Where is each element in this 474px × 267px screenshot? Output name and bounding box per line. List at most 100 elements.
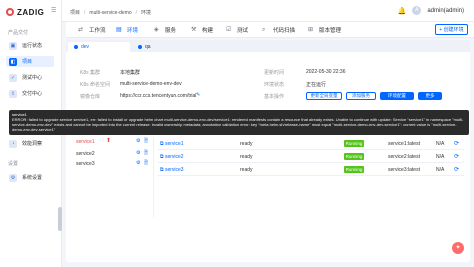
sidebar-item-test[interactable]: ✓ 测试中心 [6, 72, 54, 83]
sidebar-item-status[interactable]: ▣ 运行状态 [6, 40, 54, 51]
registry-value: https://ccr.ccs.tencentyun.com/trial [120, 93, 197, 99]
environment-panel: dev qa K8s 集群 本地集群 K8s 命名空间 multi-servic… [66, 40, 470, 262]
service-list-item[interactable]: service3 [76, 161, 95, 167]
sidebar-item-project[interactable]: ◧ 项目 [6, 56, 54, 67]
env-status-dot [138, 45, 142, 49]
registry-label: 镜像仓库 [80, 94, 101, 100]
service-list-item[interactable]: service1 [76, 139, 95, 145]
error-tooltip: service1 ERROR: failed to upgrade servic… [9, 110, 469, 135]
nav-group-settings: 设置 [8, 161, 19, 167]
sidebar-item-label: 效能洞察 [22, 141, 43, 147]
tab-code-scan[interactable]: ⌕ 代码扫描 [262, 25, 295, 35]
ops-label: 基本操作 [264, 94, 285, 100]
table-row: ⧉ service1 ready Running service1:latest… [158, 137, 464, 150]
settings-icon[interactable]: ⚙ [136, 139, 141, 144]
service-link[interactable]: ⧉ service3 [160, 167, 184, 173]
file-icon[interactable]: 🗎 [144, 161, 149, 166]
env-tab-dev[interactable]: dev [68, 42, 130, 52]
avatar[interactable]: A [412, 6, 422, 15]
service-actions: ⚙ 🗎 [136, 139, 149, 144]
project-tabs: ⇄ 工作流 ▤ 环境 ◈ 服务 ⚒ 构建 ☑ 测试 ⌕ 代码扫描 ⊞ 版本管理 … [66, 22, 474, 38]
collapse-sidebar-icon[interactable]: ☰ [51, 8, 57, 14]
settings-icon[interactable]: ⚙ [136, 151, 141, 156]
service-link[interactable]: ⧉ service2 [160, 154, 184, 160]
namespace-label: K8s 命名空间 [80, 82, 111, 88]
env-config-button[interactable]: 环境配置 [380, 92, 414, 100]
test-icon: ✓ [9, 73, 17, 82]
breadcrumb-item-project[interactable]: 项目 [70, 9, 80, 16]
create-environment-button[interactable]: + 创建环境 [435, 24, 468, 35]
service-state: ready [240, 141, 253, 147]
edit-registry-icon[interactable]: ✎ [196, 92, 200, 98]
update-global-vars-button[interactable]: 更新全局变量 [306, 92, 342, 100]
build-icon: ⚒ [191, 26, 197, 33]
service-ports: N/A [436, 141, 445, 147]
sidebar-item-label: 系统设置 [22, 175, 43, 181]
help-fab-icon[interactable]: ✦ [452, 242, 464, 254]
service-state: ready [240, 154, 253, 160]
service-ports: N/A [436, 167, 445, 173]
service-link[interactable]: ⧉ service1 [160, 141, 184, 147]
tooltip-message: ERROR: failed to upgrade service service… [12, 117, 464, 132]
sidebar-item-settings[interactable]: ⚙ 系统设置 [6, 172, 54, 183]
sidebar-scrollbar[interactable] [58, 207, 62, 231]
username[interactable]: admin(admin) [427, 8, 464, 14]
tab-version[interactable]: ⊞ 版本管理 [308, 25, 341, 35]
tab-label: 测试 [237, 28, 249, 34]
service-icon: ◈ [154, 26, 159, 33]
breadcrumb-item-demo[interactable]: multi-service-demo [89, 10, 131, 16]
breadcrumb-separator: / [84, 9, 86, 16]
insight-icon: ◔ [9, 139, 17, 148]
service-image: service2:latest [388, 154, 420, 160]
tab-service[interactable]: ◈ 服务 [154, 25, 176, 35]
updated-value: 2022-05-30 22:36 [306, 69, 346, 75]
restart-icon[interactable]: ⟳ [454, 166, 459, 173]
scan-icon: ⌕ [262, 26, 266, 33]
breadcrumb-separator: / [135, 9, 138, 16]
file-icon[interactable]: 🗎 [144, 151, 149, 156]
service-list-item[interactable]: service2 [76, 151, 95, 157]
status-label: 环境状态 [264, 82, 285, 88]
nav-group-product: 产品交付 [8, 30, 29, 36]
topbar: 项目 / multi-service-demo / 环境 🔔 A admin(a… [62, 0, 474, 22]
settings-icon[interactable]: ⚙ [136, 161, 141, 166]
tab-test[interactable]: ☑ 测试 [226, 25, 248, 35]
workflow-icon: ⇄ [78, 26, 84, 33]
service-image: service3:latest [388, 167, 420, 173]
status-value: 正在运行 [306, 82, 327, 88]
restart-icon[interactable]: ⟳ [454, 140, 459, 147]
service-table: ⧉ service1 ready Running service1:latest… [158, 137, 464, 187]
tab-build[interactable]: ⚒ 构建 [191, 25, 213, 35]
upgrade-error-icon[interactable]: ⬆ [106, 137, 111, 144]
service-name: service3 [164, 167, 184, 173]
service-actions: ⚙ 🗎 [136, 161, 149, 166]
dashboard-icon: ▣ [9, 41, 17, 50]
tab-environment[interactable]: ▤ 环境 [116, 25, 138, 35]
table-row: ⧉ service2 ready Running service2:latest… [158, 150, 464, 163]
status-badge: Running [344, 139, 364, 147]
zadig-logo-icon [6, 8, 14, 16]
sidebar-item-insight[interactable]: ◔ 效能洞察 [6, 138, 54, 149]
file-icon[interactable]: 🗎 [144, 139, 149, 144]
breadcrumb-item-env: 环境 [141, 10, 152, 16]
more-button[interactable]: 更多 [418, 92, 442, 100]
cluster-value: 本地集群 [120, 70, 141, 76]
environment-icon: ▤ [116, 26, 122, 33]
service-list: service1 ⬆ ⚙ 🗎 service2 ⚙ 🗎 service3 ⚙ 🗎 [70, 137, 154, 217]
service-actions: ⚙ 🗎 [136, 151, 149, 156]
env-tab-qa[interactable]: qa [132, 42, 194, 52]
add-service-button[interactable]: 添加服务 [346, 92, 376, 100]
breadcrumb: 项目 / multi-service-demo / 环境 [70, 9, 152, 17]
sidebar-item-delivery[interactable]: ⇪ 交付中心 [6, 88, 54, 99]
restart-icon[interactable]: ⟳ [454, 153, 459, 160]
service-state: ready [240, 167, 253, 173]
logo[interactable]: ZADIG [6, 7, 44, 17]
tab-label: 服务 [165, 28, 177, 34]
tab-label: 代码扫描 [273, 28, 296, 34]
sidebar-item-label: 测试中心 [22, 75, 43, 81]
bell-icon[interactable]: 🔔 [398, 7, 407, 15]
version-icon: ⊞ [308, 26, 314, 33]
tab-workflow[interactable]: ⇄ 工作流 [78, 25, 106, 35]
gear-icon: ⚙ [9, 173, 17, 182]
env-tab-label: qa [145, 44, 151, 50]
